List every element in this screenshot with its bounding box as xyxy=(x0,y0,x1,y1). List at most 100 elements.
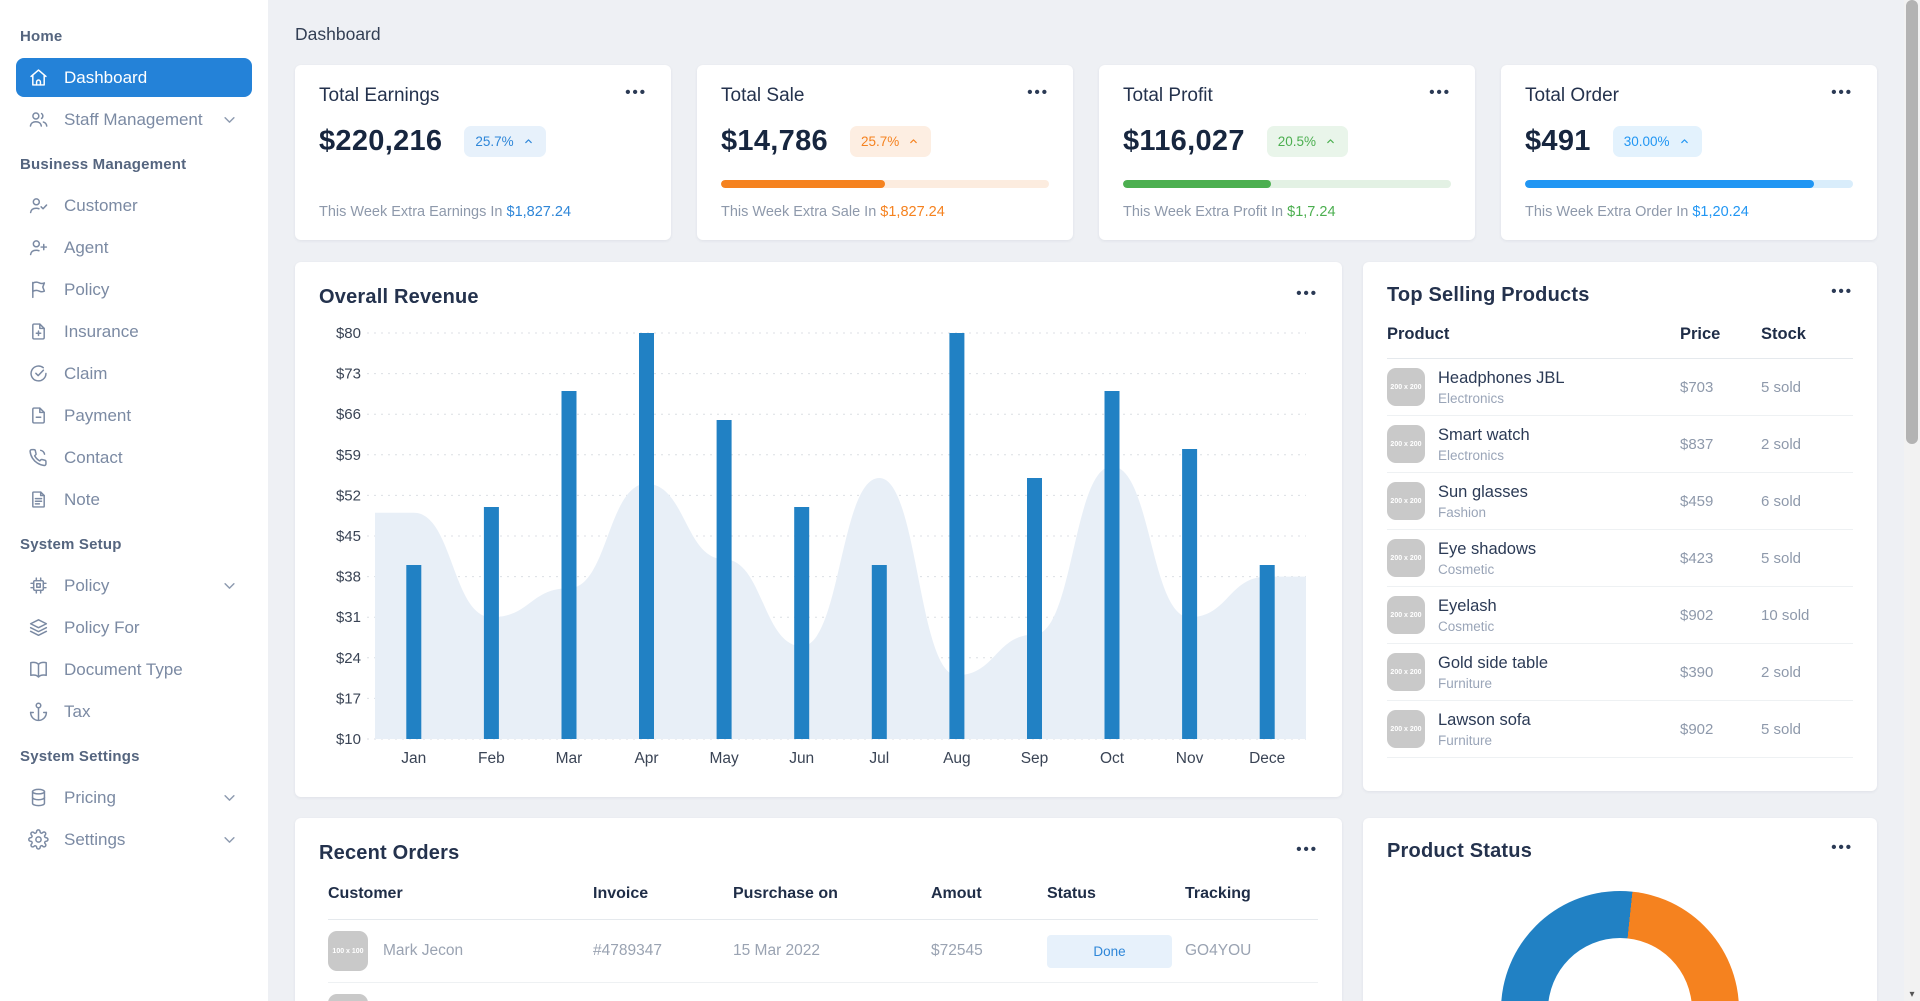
svg-text:$73: $73 xyxy=(336,366,361,383)
svg-text:Sep: Sep xyxy=(1021,750,1049,767)
customer-avatar-placeholder: 100 x 100 xyxy=(328,931,368,971)
svg-text:$80: $80 xyxy=(336,325,361,342)
table-row-headphones-jbl[interactable]: 200 x 200 Headphones JBL Electronics $703 5 … xyxy=(1387,359,1853,416)
table-row-sun-glasses[interactable]: 200 x 200 Sun glasses Fashion $459 6 sold xyxy=(1387,473,1853,530)
trend-badge[interactable]: 20.5% xyxy=(1266,126,1349,157)
svg-text:$31: $31 xyxy=(336,609,361,626)
more-options-button[interactable]: ••• xyxy=(1831,85,1853,100)
product-image-placeholder: 200 x 200 xyxy=(1387,710,1425,748)
sidebar-item-label: Customer xyxy=(64,195,138,215)
stat-progress-bar xyxy=(1123,180,1451,188)
overall-revenue-title: Overall Revenue xyxy=(319,286,479,308)
product-name: Smart watch xyxy=(1438,425,1530,444)
stat-footer: This Week Extra Earnings In $1,827.24 xyxy=(319,204,572,220)
table-row-gold-side-table[interactable]: 200 x 200 Gold side table Furniture $390 2 s… xyxy=(1387,644,1853,701)
product-stock: 10 sold xyxy=(1761,606,1810,624)
product-image-placeholder: 200 x 200 xyxy=(1387,482,1425,520)
product-image-placeholder: 200 x 200 xyxy=(1387,368,1425,406)
sidebar-item-label: Policy For xyxy=(64,617,140,637)
sidebar-item-payment[interactable]: Payment xyxy=(16,396,252,435)
more-options-button[interactable]: ••• xyxy=(625,85,647,100)
column-header-status: Status xyxy=(1047,885,1096,902)
order-amount: $72545 xyxy=(931,942,983,959)
column-header-pusrchase-on: Pusrchase on xyxy=(733,885,838,902)
sidebar-item-customer[interactable]: Customer xyxy=(16,186,252,225)
svg-text:$10: $10 xyxy=(336,731,361,748)
recent-orders-card: Recent Orders ••• Customer Invoice Pusrcha… xyxy=(295,818,1342,1001)
svg-text:May: May xyxy=(709,750,739,767)
sidebar-item-claim[interactable]: Claim xyxy=(16,354,252,393)
chevron-down-icon xyxy=(224,117,235,123)
flag-icon xyxy=(32,281,46,299)
sidebar-item-contact[interactable]: Contact xyxy=(16,438,252,477)
stat-card-total-order: Total Order ••• $491 30.00% This Week Extra … xyxy=(1501,65,1877,240)
top-selling-header-row: Product Price Stock xyxy=(1387,307,1853,359)
sidebar-item-note[interactable]: Note xyxy=(16,480,252,519)
sidebar-item-document-type[interactable]: Document Type xyxy=(16,650,252,689)
sidebar-item-policy[interactable]: Policy xyxy=(16,270,252,309)
page-scrollbar[interactable]: ▾ xyxy=(1904,0,1920,1001)
svg-text:Jul: Jul xyxy=(869,750,889,767)
svg-text:Aug: Aug xyxy=(943,750,971,767)
order-row-partial xyxy=(328,983,1318,1001)
order-invoice: #4789347 xyxy=(593,942,662,959)
stat-card-total-sale: Total Sale ••• $14,786 25.7% This Week Extra… xyxy=(697,65,1073,240)
product-category: Electronics xyxy=(1438,390,1505,406)
more-options-button[interactable]: ••• xyxy=(1027,85,1049,100)
product-category: Electronics xyxy=(1438,447,1505,463)
stat-footer: This Week Extra Sale In $1,827.24 xyxy=(721,204,945,220)
recent-orders-header-row: Customer Invoice Pusrchase on Amout Status Tr… xyxy=(328,865,1318,920)
sidebar-item-label: Tax xyxy=(64,701,91,721)
stat-progress-bar xyxy=(721,180,1049,188)
product-category: Furniture xyxy=(1438,675,1493,691)
overall-revenue-card: Overall Revenue ••• $80 $73 $66 $59 $52 $45 $3… xyxy=(295,262,1342,797)
product-category: Cosmetic xyxy=(1438,618,1495,634)
product-stock: 5 sold xyxy=(1761,549,1802,567)
more-options-button[interactable]: ••• xyxy=(1296,842,1318,857)
trend-badge[interactable]: 25.7% xyxy=(464,126,546,157)
sidebar-item-label: Insurance xyxy=(64,321,139,341)
database-icon xyxy=(31,788,46,807)
gear-icon xyxy=(28,829,49,850)
top-selling-card: Top Selling Products ••• Product Price Sto… xyxy=(1363,262,1877,791)
sidebar-item-label: Policy xyxy=(64,279,110,299)
product-price: $837 xyxy=(1680,435,1714,453)
scrollbar-thumb[interactable] xyxy=(1906,0,1918,444)
sidebar-item-tax[interactable]: Tax xyxy=(16,692,252,731)
trend-percent: 30.00% xyxy=(1623,134,1670,149)
trend-badge[interactable]: 25.7% xyxy=(849,126,932,157)
svg-text:$38: $38 xyxy=(336,569,361,586)
stat-footer: This Week Extra Profit In $1,7.24 xyxy=(1123,204,1336,220)
sidebar-item-agent[interactable]: Agent xyxy=(16,228,252,267)
svg-text:Dece: Dece xyxy=(1249,750,1285,767)
column-header-amout: Amout xyxy=(931,885,982,902)
sidebar-item-pricing[interactable]: Pricing xyxy=(16,778,252,817)
order-row-mark-jecon[interactable]: 100 x 100 Mark Jecon #4789347 15 Mar 2022 $7… xyxy=(328,920,1318,983)
sidebar-item-dashboard[interactable]: Dashboard xyxy=(16,58,252,97)
right-column: Top Selling Products ••• Product Price Sto… xyxy=(1363,262,1877,1001)
more-options-button[interactable]: ••• xyxy=(1296,286,1318,301)
sidebar-item-staff-management[interactable]: Staff Management xyxy=(16,100,252,139)
sidebar-item-policy[interactable]: Policy xyxy=(16,566,252,605)
more-options-button[interactable]: ••• xyxy=(1831,284,1853,299)
sidebar-item-settings[interactable]: Settings xyxy=(16,820,252,859)
order-status-badge[interactable]: Done xyxy=(1047,934,1172,968)
product-stock: 2 sold xyxy=(1761,435,1802,453)
more-options-button[interactable]: ••• xyxy=(1429,85,1451,100)
svg-text:Feb: Feb xyxy=(478,750,505,767)
trend-badge[interactable]: 30.00% xyxy=(1612,126,1702,157)
table-row-eye-shadows[interactable]: 200 x 200 Eye shadows Cosmetic $423 5 sold xyxy=(1387,530,1853,587)
table-row-lawson-sofa[interactable]: 200 x 200 Lawson sofa Furniture $902 5 sold xyxy=(1387,701,1853,758)
app-root: Home Dashboard Staff Management Business Ma… xyxy=(0,0,1920,1001)
product-stock: 2 sold xyxy=(1761,663,1802,681)
sidebar-item-policy-for[interactable]: Policy For xyxy=(16,608,252,647)
product-name: Sun glasses xyxy=(1438,482,1528,501)
table-row-smart-watch[interactable]: 200 x 200 Smart watch Electronics $837 2 sol… xyxy=(1387,416,1853,473)
stat-footer: This Week Extra Order In $1,20.24 xyxy=(1525,204,1749,220)
more-options-button[interactable]: ••• xyxy=(1831,840,1853,855)
product-name: Gold side table xyxy=(1438,653,1549,672)
table-row-eyelash[interactable]: 200 x 200 Eyelash Cosmetic $902 10 sold xyxy=(1387,587,1853,644)
product-name: Headphones JBL xyxy=(1438,368,1565,387)
scrollbar-down-arrow[interactable]: ▾ xyxy=(1904,989,1920,1000)
sidebar-item-insurance[interactable]: Insurance xyxy=(16,312,252,351)
